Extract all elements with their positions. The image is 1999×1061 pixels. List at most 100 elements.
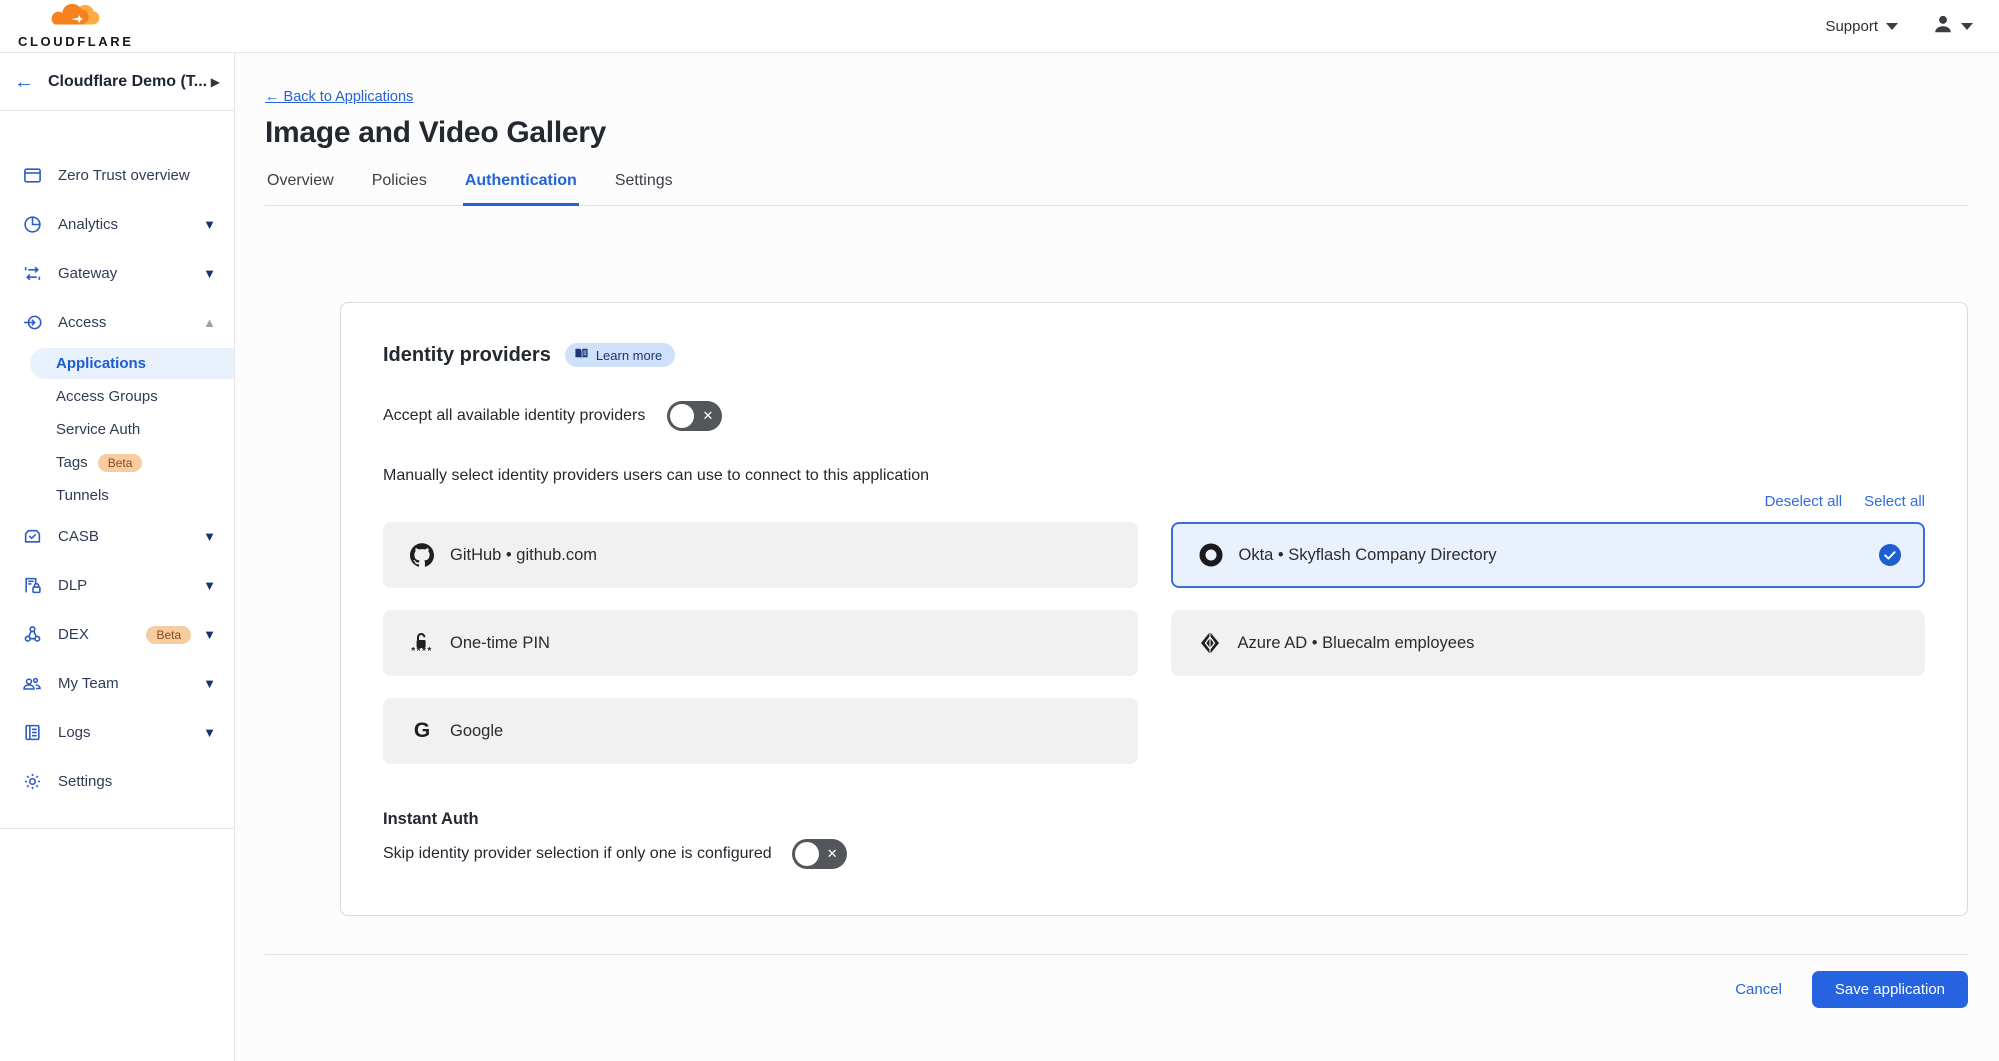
chevron-down-icon[interactable]: ▼ <box>203 266 216 281</box>
beta-badge: Beta <box>98 454 143 472</box>
learn-more-badge[interactable]: Learn more <box>565 343 675 367</box>
provider-label: GitHub • github.com <box>450 546 597 565</box>
sidebar-item-label: DLP <box>58 577 203 594</box>
chevron-down-icon[interactable]: ▼ <box>203 217 216 232</box>
team-icon <box>22 674 42 694</box>
save-application-button[interactable]: Save application <box>1812 971 1968 1008</box>
sidebar-item-label: Settings <box>58 773 216 790</box>
back-to-applications-link[interactable]: ← Back to Applications <box>265 89 413 105</box>
provider-tile-google[interactable]: G Google <box>383 698 1138 764</box>
sidebar-item-casb[interactable]: CASB ▼ <box>0 512 234 561</box>
github-icon <box>408 543 436 567</box>
chevron-down-icon[interactable]: ▼ <box>203 529 216 544</box>
sidebar: ← Cloudflare Demo (T... ▶ Zero Trust ove… <box>0 53 235 1061</box>
one-time-pin-icon: **** <box>408 633 436 654</box>
top-header-bar: CLOUDFLARE Support <box>0 0 1999 53</box>
casb-icon <box>22 527 42 547</box>
dlp-icon <box>22 576 42 596</box>
identity-providers-card: Identity providers Learn more Accept all… <box>340 302 1968 916</box>
support-menu[interactable]: Support <box>1825 18 1898 35</box>
account-name[interactable]: Cloudflare Demo (T... <box>48 73 211 91</box>
toggle-off-x-icon: ✕ <box>702 408 713 424</box>
provider-label: Okta • Skyflash Company Directory <box>1239 546 1497 565</box>
gateway-icon <box>22 264 42 284</box>
sidebar-item-label: Gateway <box>58 265 203 282</box>
tab-authentication[interactable]: Authentication <box>463 172 579 206</box>
instant-auth-toggle[interactable]: ✕ <box>792 839 847 869</box>
chevron-down-icon[interactable]: ▼ <box>203 627 216 642</box>
select-all-link[interactable]: Select all <box>1864 493 1925 510</box>
cloudflare-cloud-icon <box>50 4 102 37</box>
support-label: Support <box>1825 18 1878 35</box>
sidebar-item-label: Service Auth <box>56 421 140 438</box>
sidebar-item-label: Analytics <box>58 216 203 233</box>
sidebar-item-label: Access <box>58 314 203 331</box>
tab-settings[interactable]: Settings <box>613 172 675 206</box>
sidebar-item-service-auth[interactable]: Service Auth <box>0 413 234 446</box>
back-link-label: Back to Applications <box>284 89 414 105</box>
sidebar-item-label: Logs <box>58 724 203 741</box>
chevron-down-icon[interactable]: ▼ <box>203 725 216 740</box>
okta-icon <box>1197 543 1225 567</box>
tab-policies[interactable]: Policies <box>370 172 429 206</box>
access-submenu: Applications Access Groups Service Auth … <box>0 348 234 512</box>
sidebar-account-header: ← Cloudflare Demo (T... ▶ <box>0 53 234 111</box>
chevron-down-icon <box>1961 23 1973 30</box>
sidebar-item-label: CASB <box>58 528 203 545</box>
sidebar-item-tunnels[interactable]: Tunnels <box>0 479 234 512</box>
sidebar-divider <box>0 828 234 829</box>
provider-tile-one-time-pin[interactable]: **** One-time PIN <box>383 610 1138 676</box>
chevron-right-icon[interactable]: ▶ <box>211 75 220 89</box>
gear-icon <box>22 772 42 792</box>
user-avatar-icon <box>1932 13 1954 40</box>
sidebar-item-logs[interactable]: Logs ▼ <box>0 708 234 757</box>
back-arrow-icon[interactable]: ← <box>14 72 34 92</box>
tab-bar: Overview Policies Authentication Setting… <box>265 172 1968 206</box>
sidebar-item-analytics[interactable]: Analytics ▼ <box>0 200 234 249</box>
cancel-button[interactable]: Cancel <box>1735 981 1782 998</box>
cloudflare-logo[interactable]: CLOUDFLARE <box>18 4 134 49</box>
accept-all-toggle[interactable]: ✕ <box>667 401 722 431</box>
toggle-off-x-icon: ✕ <box>827 846 838 862</box>
instant-auth-label: Skip identity provider selection if only… <box>383 845 772 863</box>
user-account-menu[interactable] <box>1932 13 1973 40</box>
sidebar-item-zero-trust-overview[interactable]: Zero Trust overview <box>0 151 234 200</box>
sidebar-item-dex[interactable]: DEX Beta ▼ <box>0 610 234 659</box>
google-icon: G <box>408 719 436 743</box>
provider-tile-azure-ad[interactable]: Azure AD • Bluecalm employees <box>1171 610 1926 676</box>
access-icon <box>22 313 42 333</box>
sidebar-item-dlp[interactable]: DLP ▼ <box>0 561 234 610</box>
chevron-up-icon[interactable]: ▲ <box>203 315 216 330</box>
sidebar-item-label: Tunnels <box>56 487 109 504</box>
brand-wordmark: CLOUDFLARE <box>18 34 134 49</box>
provider-tile-okta[interactable]: Okta • Skyflash Company Directory <box>1171 522 1926 588</box>
sidebar-item-label: Applications <box>56 355 146 372</box>
provider-label: Google <box>450 722 503 741</box>
chevron-down-icon[interactable]: ▼ <box>203 578 216 593</box>
provider-tile-github[interactable]: GitHub • github.com <box>383 522 1138 588</box>
sidebar-item-label: Access Groups <box>56 388 158 405</box>
azure-ad-icon <box>1196 631 1224 655</box>
sidebar-item-settings[interactable]: Settings <box>0 757 234 806</box>
sidebar-item-my-team[interactable]: My Team ▼ <box>0 659 234 708</box>
sidebar-item-tags[interactable]: Tags Beta <box>0 446 234 479</box>
page-title: Image and Video Gallery <box>265 116 1968 150</box>
chevron-down-icon[interactable]: ▼ <box>203 676 216 691</box>
manual-select-text: Manually select identity providers users… <box>383 467 1925 485</box>
tab-overview[interactable]: Overview <box>265 172 336 206</box>
sidebar-item-applications[interactable]: Applications <box>30 348 234 379</box>
beta-badge: Beta <box>146 626 191 644</box>
card-title: Identity providers <box>383 344 551 367</box>
overview-icon <box>22 166 42 186</box>
deselect-all-link[interactable]: Deselect all <box>1765 493 1843 510</box>
sidebar-nav: Zero Trust overview Analytics ▼ Gateway … <box>0 151 234 829</box>
sidebar-item-gateway[interactable]: Gateway ▼ <box>0 249 234 298</box>
sidebar-item-access-groups[interactable]: Access Groups <box>0 380 234 413</box>
dex-icon <box>22 625 42 645</box>
instant-auth-title: Instant Auth <box>383 810 1925 829</box>
learn-more-label: Learn more <box>596 348 662 363</box>
footer-divider <box>265 954 1968 955</box>
provider-label: One-time PIN <box>450 634 550 653</box>
sidebar-item-access[interactable]: Access ▲ <box>0 298 234 347</box>
sidebar-item-label: DEX <box>58 626 146 643</box>
